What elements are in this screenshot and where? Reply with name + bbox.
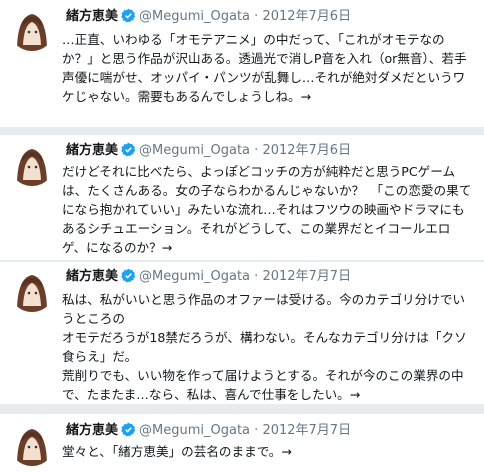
user-handle[interactable]: @Megumi_Ogata: [139, 143, 250, 158]
tweet-date[interactable]: 2012年7月7日: [262, 423, 351, 438]
verified-badge-icon: [121, 142, 136, 164]
user-handle[interactable]: @Megumi_Ogata: [139, 423, 250, 438]
tweet-text: 私は、私がいいと思う作品のオファーは受ける。今のカテゴリ分けでいうところの オモ…: [62, 292, 467, 402]
separator-dot: ·: [254, 143, 259, 158]
tweet-text: …正直、いわゆる「オモテアニメ」の中だって、「これがオモテなのか？」と思う作品が…: [62, 32, 467, 104]
verified-badge-icon: [121, 8, 136, 30]
tweet-header: 緒方恵美 @Megumi_Ogata · 2012年7月6日: [66, 141, 351, 164]
display-name[interactable]: 緒方恵美: [66, 143, 118, 158]
user-handle[interactable]: @Megumi_Ogata: [139, 9, 250, 24]
separator-dot: ·: [254, 269, 259, 284]
separator-dot: ·: [254, 9, 259, 24]
avatar-image: [9, 5, 55, 51]
avatar[interactable]: [9, 140, 55, 186]
display-name[interactable]: 緒方恵美: [66, 269, 118, 284]
tweet-card[interactable]: 緒方恵美 @Megumi_Ogata · 2012年7月7日 堂々と、「緒方恵美」…: [0, 414, 484, 473]
tweet-text: だけどそれに比べたら、よっぽどコッチの方が純粋だと思うPCゲームは、たくさんある…: [62, 164, 472, 255]
avatar[interactable]: [9, 266, 55, 312]
avatar-image: [9, 420, 55, 466]
tweet-card[interactable]: 緒方恵美 @Megumi_Ogata · 2012年7月6日 だけどそれに比べたら…: [0, 135, 484, 260]
avatar[interactable]: [9, 5, 55, 51]
tweet-text: 堂々と、「緒方恵美」の芸名のままで。→: [62, 444, 292, 459]
tweet-header: 緒方恵美 @Megumi_Ogata · 2012年7月6日: [66, 7, 351, 30]
tweet-date[interactable]: 2012年7月6日: [262, 9, 351, 24]
display-name[interactable]: 緒方恵美: [66, 9, 118, 24]
tweet-card[interactable]: 緒方恵美 @Megumi_Ogata · 2012年7月7日 私は、私がいいと思う…: [0, 262, 484, 404]
avatar-image: [9, 140, 55, 186]
avatar[interactable]: [9, 420, 55, 466]
display-name[interactable]: 緒方恵美: [66, 423, 118, 438]
separator-dot: ·: [254, 423, 259, 438]
tweet-card[interactable]: 緒方恵美 @Megumi_Ogata · 2012年7月6日 …正直、いわゆる「オ…: [0, 0, 484, 127]
tweet-date[interactable]: 2012年7月6日: [262, 143, 351, 158]
avatar-image: [9, 266, 55, 312]
verified-badge-icon: [121, 268, 136, 290]
verified-badge-icon: [121, 422, 136, 444]
user-handle[interactable]: @Megumi_Ogata: [139, 269, 250, 284]
tweet-date[interactable]: 2012年7月7日: [262, 269, 351, 284]
tweet-header: 緒方恵美 @Megumi_Ogata · 2012年7月7日: [66, 267, 351, 290]
tweet-header: 緒方恵美 @Megumi_Ogata · 2012年7月7日: [66, 421, 351, 444]
